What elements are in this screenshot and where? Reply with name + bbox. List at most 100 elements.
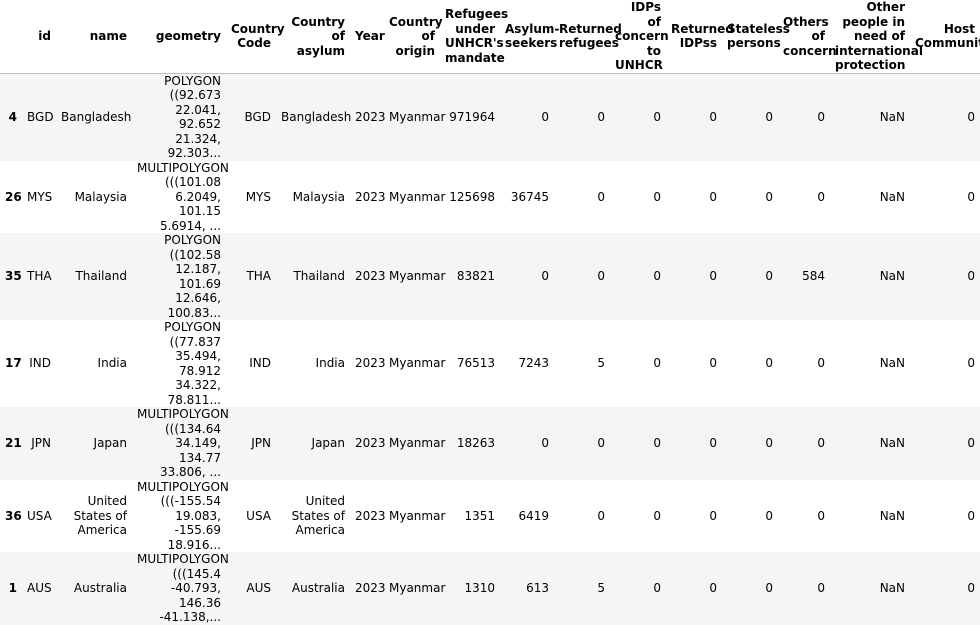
table-cell: MULTIPOLYGON (((-155.54 19.083, -155.69 … [137, 479, 229, 552]
table-cell: MULTIPOLYGON (((134.64 34.149, 134.77 33… [137, 407, 229, 479]
column-header: name [56, 0, 132, 74]
table-cell: 0 [765, 356, 773, 371]
column-header: Asylum-seekers [500, 0, 559, 74]
table-row: 35 THA Thailand POLYGON ((102.58 12.187, 10… [0, 233, 980, 320]
table-cell: 0 [817, 508, 825, 523]
table-cell: Bangladesh [281, 109, 352, 124]
table-cell: 971964 [449, 109, 495, 124]
table-row: 17 IND India POLYGON ((77.837 35.494, 78.91… [0, 320, 980, 407]
dataframe-table: id name geometry Country Code Country of asy… [0, 0, 980, 625]
table-cell: MYS [245, 189, 271, 204]
table-row: 26 MYS Malaysia MULTIPOLYGON (((101.08 6.20… [0, 160, 980, 233]
column-header: id [22, 0, 56, 74]
table-cell: BGD [244, 109, 271, 124]
table-cell: 2023 [355, 436, 386, 450]
row-index: 35 [5, 269, 22, 284]
table-cell: 0 [765, 436, 773, 450]
row-index: 17 [5, 356, 22, 371]
table-cell: 36745 [510, 189, 549, 204]
column-header: Other people in need of international pr… [830, 0, 923, 74]
table-cell: IND [29, 356, 51, 371]
table-cell: NaN [879, 189, 905, 204]
table-cell: Myanmar [389, 189, 446, 204]
table-cell: India [97, 356, 127, 371]
table-cell: 0 [709, 356, 717, 371]
column-header: Returned refugees [554, 0, 622, 74]
column-header: Country Code [226, 0, 285, 74]
table-cell: 0 [967, 109, 975, 124]
index-header [0, 0, 22, 74]
table-cell: 0 [653, 581, 661, 595]
table-cell: 0 [597, 269, 605, 284]
table-cell: NaN [879, 581, 905, 595]
table-row: 21 JPN Japan MULTIPOLYGON (((134.64 34.149,… [0, 407, 980, 480]
column-header: IDPs of concern to UNHCR [610, 0, 669, 74]
table-cell: 0 [967, 581, 975, 595]
table-cell: 0 [597, 436, 605, 450]
table-cell: 0 [765, 508, 773, 523]
table-cell: 0 [817, 109, 825, 124]
table-cell: 83821 [456, 269, 495, 284]
table-cell: THA [246, 269, 271, 284]
column-header: Returned IDPss [666, 0, 734, 74]
table-cell: Japan [93, 436, 127, 450]
table-cell: 0 [967, 269, 975, 284]
table-cell: 0 [653, 109, 661, 124]
column-header: Year [350, 0, 385, 74]
table-cell: BGD [27, 109, 54, 124]
row-index: 26 [5, 189, 22, 204]
table-cell: THA [27, 269, 52, 284]
table-cell: JPN [31, 436, 51, 450]
table-cell: Myanmar [389, 269, 446, 284]
table-cell: MULTIPOLYGON (((145.4 -40.793, 146.36 -4… [137, 552, 229, 624]
table-cell: 0 [653, 356, 661, 371]
column-header: geometry [132, 0, 226, 74]
table-cell: 2023 [355, 581, 386, 595]
table-cell: Myanmar [389, 109, 446, 124]
table-cell: 0 [709, 189, 717, 204]
row-index: 1 [8, 581, 17, 595]
table-cell: 0 [653, 189, 661, 204]
table-cell: 0 [597, 109, 605, 124]
table-cell: Japan [311, 436, 345, 450]
table-cell: 0 [967, 508, 975, 523]
table-cell: POLYGON ((102.58 12.187, 101.69 12.646, … [164, 233, 221, 320]
table-cell: MULTIPOLYGON (((101.08 6.2049, 101.15 5.… [137, 160, 229, 233]
table-cell: NaN [879, 109, 905, 124]
table-cell: 0 [967, 189, 975, 204]
table-cell: 2023 [355, 189, 386, 204]
table-cell: 0 [709, 436, 717, 450]
table-cell: 584 [802, 269, 825, 284]
table-cell: 1351 [464, 508, 495, 523]
table-cell: Australia [73, 581, 127, 595]
table-cell: 125698 [449, 189, 495, 204]
table-cell: 2023 [355, 109, 386, 124]
table-cell: 613 [526, 581, 549, 595]
table-cell: 0 [653, 269, 661, 284]
table-cell: 0 [817, 356, 825, 371]
table-cell: Myanmar [389, 581, 446, 595]
table-cell: 0 [541, 109, 549, 124]
table-cell: 0 [653, 508, 661, 523]
table-cell: 0 [597, 508, 605, 523]
table-cell: NaN [879, 436, 905, 450]
table-cell: 7243 [518, 356, 549, 371]
table-cell: IND [249, 356, 271, 371]
column-header: Others of concern [778, 0, 837, 74]
column-header: Country of origin [384, 0, 443, 74]
table-cell: 0 [817, 436, 825, 450]
table-cell: NaN [879, 508, 905, 523]
table-cell: United States of America [73, 494, 127, 537]
table-cell: 18263 [456, 436, 495, 450]
table-cell: USA [27, 508, 52, 523]
table-cell: USA [246, 508, 271, 523]
table-cell: NaN [879, 269, 905, 284]
table-cell: 0 [541, 436, 549, 450]
table-cell: NaN [879, 356, 905, 371]
table-cell: 0 [765, 109, 773, 124]
row-index: 21 [5, 436, 22, 450]
table-cell: 0 [967, 436, 975, 450]
table-cell: POLYGON ((92.673 22.041, 92.652 21.324, … [164, 73, 221, 161]
table-cell: 0 [709, 508, 717, 523]
table-cell: Bangladesh [61, 109, 132, 124]
